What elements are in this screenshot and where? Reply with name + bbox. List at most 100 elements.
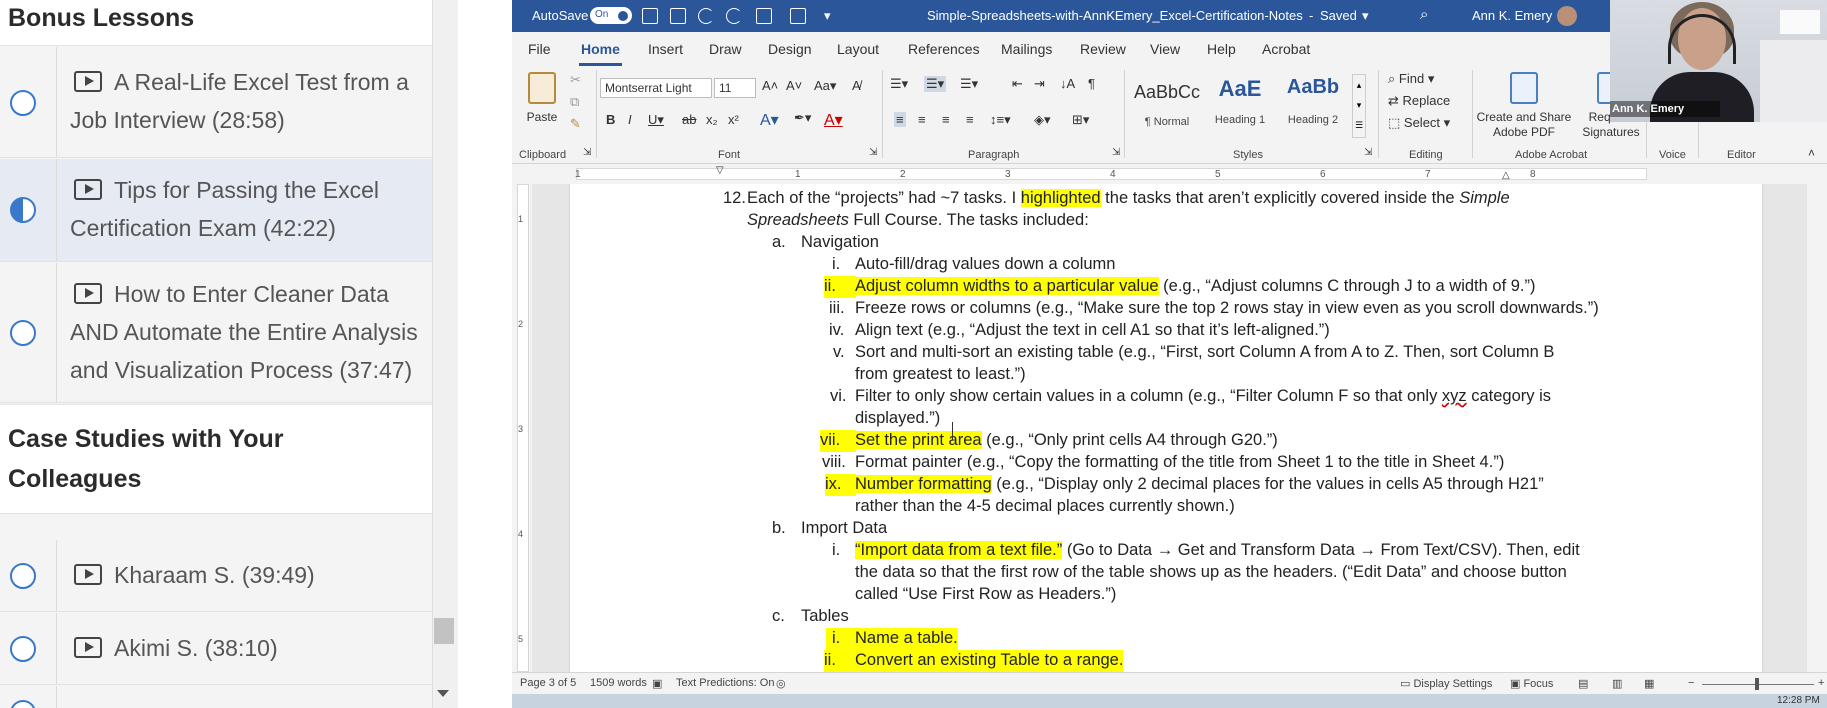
accessibility-icon[interactable]: ◎ (776, 677, 786, 690)
sort-icon[interactable]: ↓A (1060, 76, 1075, 91)
touch-mode-icon[interactable] (756, 8, 772, 24)
shrink-font-icon[interactable]: A˅ (786, 78, 802, 93)
lesson-item-current[interactable]: Tips for Passing the Excel Certification… (0, 159, 432, 262)
text-predictions[interactable]: Text Predictions: On (676, 677, 774, 689)
numbering-icon[interactable]: ☰▾ (924, 76, 947, 92)
subscript-icon[interactable]: x₂ (706, 112, 718, 127)
format-painter-icon[interactable]: ✎ (570, 116, 581, 132)
bold-icon[interactable]: B (606, 112, 615, 127)
lesson-item[interactable]: How to Enter Cleaner Data AND Automate t… (0, 263, 432, 403)
sidebar-scroll-thumb[interactable] (434, 618, 454, 644)
tab-mailings[interactable]: Mailings (1001, 41, 1052, 57)
zoom-in-icon[interactable]: + (1818, 677, 1824, 689)
save-icon[interactable] (642, 8, 658, 24)
lesson-item[interactable] (0, 686, 432, 708)
avatar[interactable] (1557, 6, 1577, 26)
cut-icon[interactable]: ✂ (570, 72, 581, 88)
strikethrough-icon[interactable]: ab (682, 112, 696, 127)
styles-gallery-scroll[interactable]: ▴ ▾ ☰ (1352, 74, 1366, 138)
font-color-icon[interactable]: A▾ (824, 110, 843, 130)
customize-qat-icon[interactable]: ▾ (824, 8, 831, 24)
tab-home[interactable]: Home (579, 41, 622, 66)
line-spacing-icon[interactable]: ↕≡▾ (990, 112, 1011, 128)
word-count[interactable]: 1509 words (590, 677, 647, 689)
page-count[interactable]: Page 3 of 5 (520, 677, 576, 689)
shading-icon[interactable]: ◈▾ (1034, 112, 1051, 128)
saved-status[interactable]: Saved (1320, 8, 1357, 23)
web-layout-icon[interactable]: ▦ (1644, 677, 1654, 690)
lesson-item[interactable]: Akimi S. (38:10) (0, 613, 432, 685)
tab-references[interactable]: References (908, 41, 980, 57)
font-name-dropdown[interactable]: Montserrat Light (600, 78, 712, 98)
edit-icon[interactable] (670, 8, 686, 24)
dialog-launcher-icon[interactable]: ⇲ (583, 147, 591, 158)
underline-icon[interactable]: U▾ (648, 112, 664, 128)
tab-design[interactable]: Design (768, 41, 812, 57)
read-mode-icon[interactable]: ▤ (1578, 677, 1588, 690)
autosave-toggle[interactable]: On (590, 7, 632, 24)
show-paragraph-marks-icon[interactable]: ¶ (1088, 76, 1095, 91)
style-normal[interactable]: AaBbCc ¶ Normal (1132, 72, 1202, 138)
align-center-icon[interactable]: ≡ (918, 112, 926, 127)
bullets-icon[interactable]: ☰▾ (890, 76, 908, 92)
change-case-icon[interactable]: Aa▾ (814, 78, 836, 94)
lesson-item[interactable]: A Real-Life Excel Test from a Job Interv… (0, 47, 432, 158)
horizontal-ruler[interactable]: 1 1 2 3 4 5 6 7 8 ▽ △ (512, 164, 1827, 184)
copy-icon[interactable]: ⧉ (570, 94, 579, 110)
find-button[interactable]: ⌕ Find ▾ (1388, 71, 1434, 87)
multilevel-list-icon[interactable]: ☰▾ (960, 76, 978, 92)
zoom-out-icon[interactable]: − (1688, 677, 1694, 689)
align-right-icon[interactable]: ≡ (942, 112, 950, 127)
proofing-icon[interactable]: ▣ (652, 677, 662, 690)
zoom-slider-thumb[interactable] (1755, 678, 1759, 690)
font-size-dropdown[interactable]: 11 (714, 78, 756, 98)
tab-insert[interactable]: Insert (648, 41, 683, 57)
dialog-launcher-icon[interactable]: ⇲ (1364, 147, 1372, 158)
print-icon[interactable] (790, 8, 806, 24)
document-scrollbar[interactable] (1807, 184, 1827, 672)
highlight-color-icon[interactable]: ✒▾ (794, 110, 811, 126)
sidebar-scrollbar[interactable] (432, 0, 458, 708)
borders-icon[interactable]: ⊞▾ (1072, 112, 1089, 128)
tab-help[interactable]: Help (1207, 41, 1236, 57)
superscript-icon[interactable]: x² (728, 112, 739, 127)
search-icon[interactable]: ⌕ (1420, 6, 1428, 23)
dialog-launcher-icon[interactable]: ⇲ (869, 147, 877, 158)
tab-view[interactable]: View (1150, 41, 1180, 57)
tab-review[interactable]: Review (1080, 41, 1126, 57)
italic-icon[interactable]: I (628, 112, 632, 127)
document-page[interactable]: 12. Each of the “projects” had ~7 tasks.… (570, 184, 1762, 672)
tab-layout[interactable]: Layout (837, 41, 879, 57)
align-left-icon[interactable]: ≡ (894, 112, 906, 127)
vertical-ruler[interactable]: 1 2 3 4 5 (512, 184, 532, 672)
scroll-down-arrow-icon[interactable] (437, 690, 449, 697)
tab-draw[interactable]: Draw (709, 41, 742, 57)
focus-button[interactable]: ▣ Focus (1510, 677, 1553, 690)
redo-icon[interactable] (726, 8, 742, 24)
create-share-pdf-button[interactable]: Create and Share Adobe PDF (1474, 72, 1574, 140)
tab-file[interactable]: File (528, 41, 551, 57)
justify-icon[interactable]: ≡ (966, 112, 974, 127)
collapse-ribbon-icon[interactable]: ˄ (1808, 146, 1815, 160)
select-button[interactable]: ⬚ Select ▾ (1388, 115, 1450, 131)
print-layout-icon[interactable]: ▥ (1612, 677, 1622, 690)
tab-acrobat[interactable]: Acrobat (1262, 41, 1310, 57)
grow-font-icon[interactable]: A˄ (762, 78, 778, 93)
display-settings-button[interactable]: ▭ Display Settings (1400, 677, 1492, 690)
decrease-indent-icon[interactable]: ⇤ (1012, 76, 1023, 92)
right-indent-marker-icon[interactable]: △ (1502, 170, 1510, 181)
dialog-launcher-icon[interactable]: ⇲ (1112, 147, 1120, 158)
user-name[interactable]: Ann K. Emery (1472, 8, 1552, 23)
paste-button[interactable]: Paste (522, 72, 562, 125)
style-heading-1[interactable]: AaE Heading 1 (1205, 72, 1275, 138)
replace-button[interactable]: ⇄ Replace (1388, 93, 1450, 109)
increase-indent-icon[interactable]: ⇥ (1034, 76, 1045, 92)
lesson-item[interactable]: Kharaam S. (39:49) (0, 540, 432, 612)
undo-icon[interactable] (698, 8, 714, 24)
style-heading-2[interactable]: AaBb Heading 2 (1278, 72, 1348, 138)
text-effects-icon[interactable]: A▾ (760, 110, 779, 130)
chevron-down-icon[interactable]: ▾ (1362, 8, 1369, 24)
indent-marker-icon[interactable]: ▽ (716, 165, 724, 176)
taskbar-clock[interactable]: 12:28 PM (1777, 695, 1820, 706)
clear-formatting-icon[interactable]: A̸ (852, 78, 861, 93)
